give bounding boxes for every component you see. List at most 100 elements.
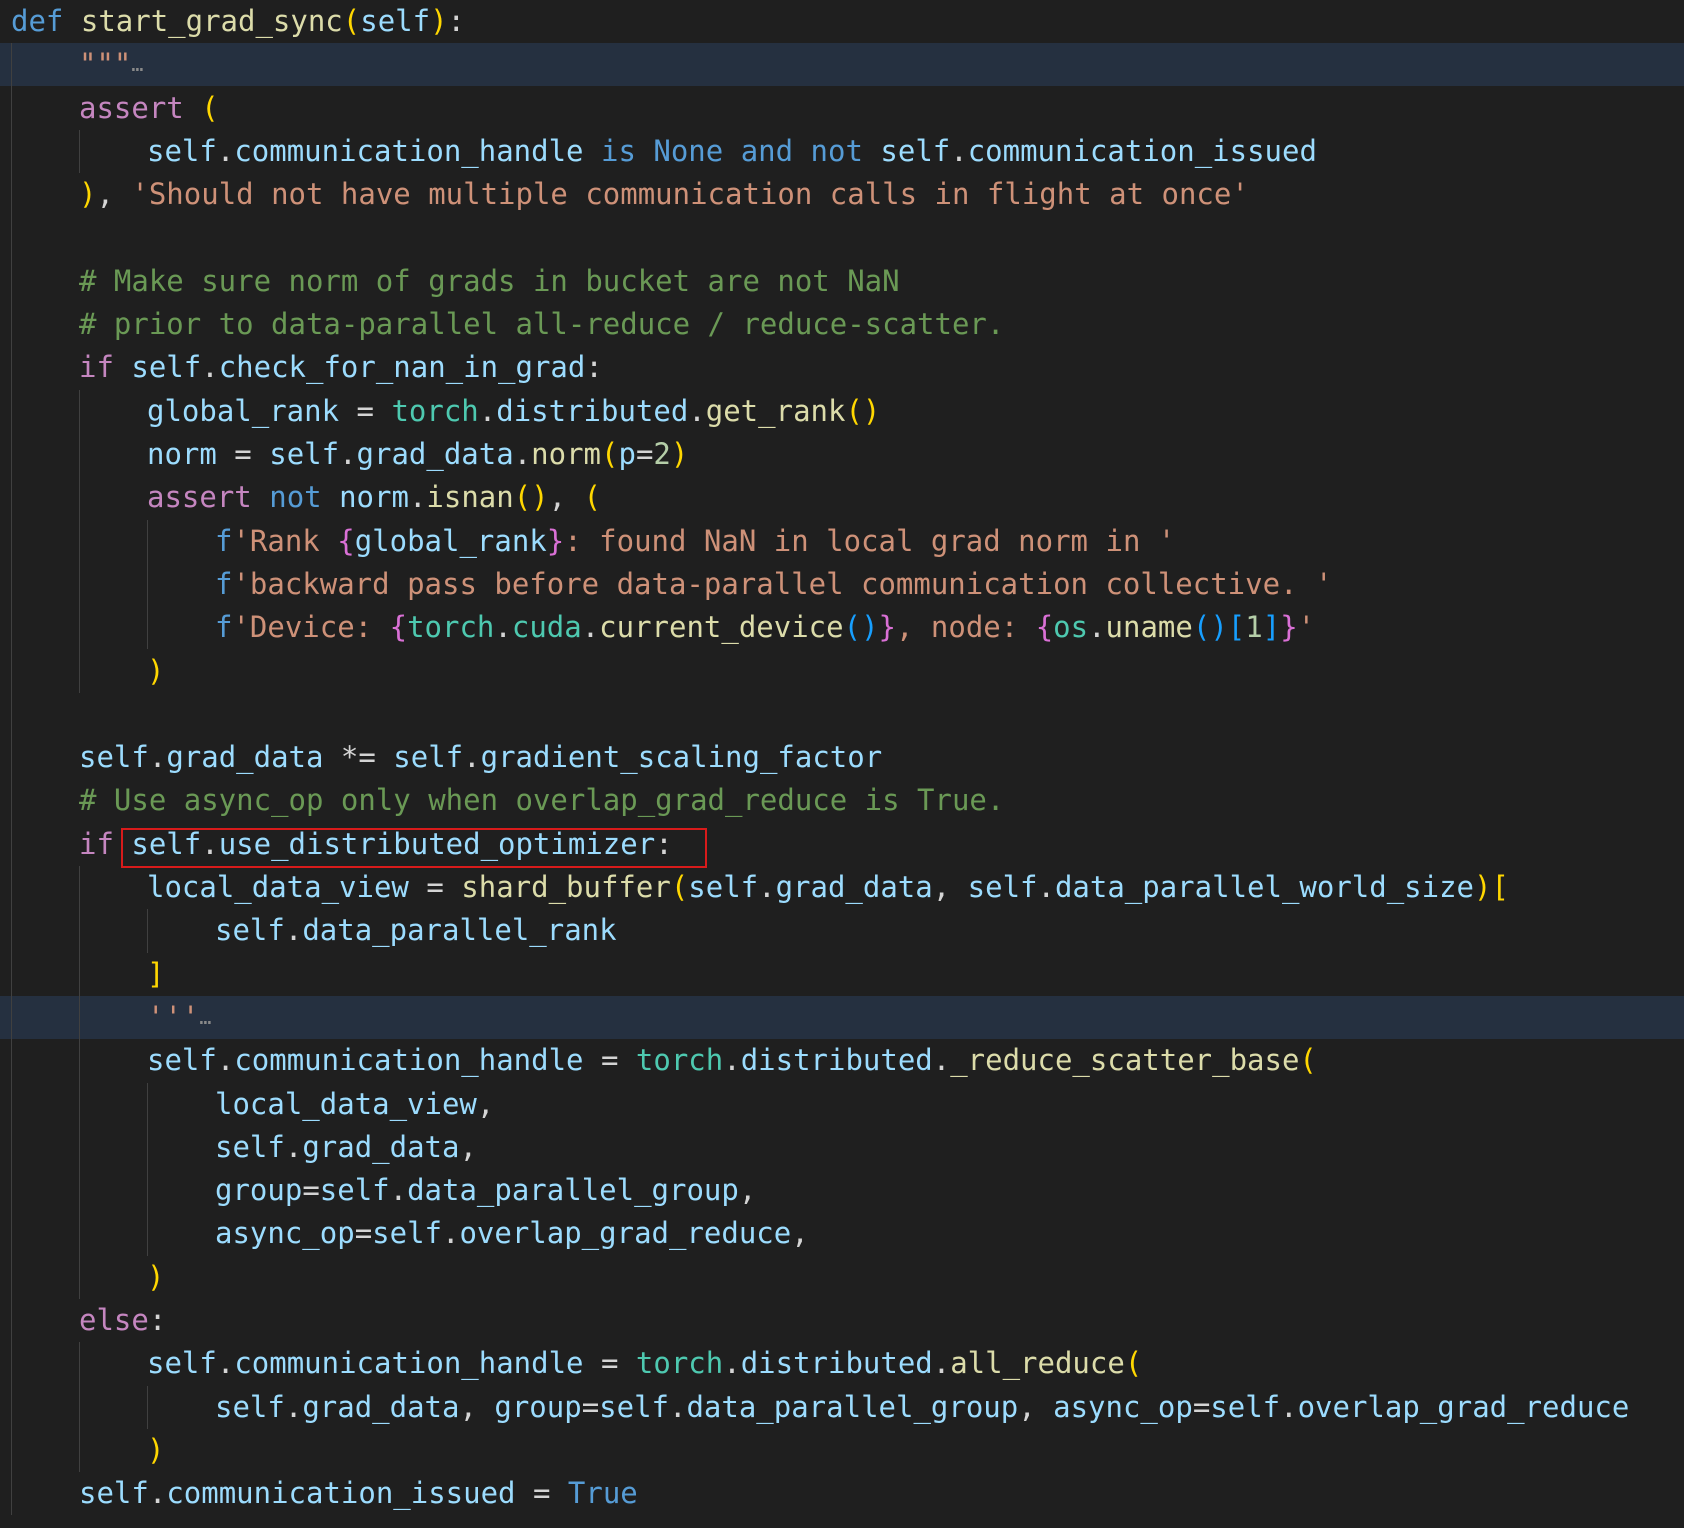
code-token: ( xyxy=(670,870,689,904)
code-token: ( xyxy=(601,437,619,471)
code-token: , node: xyxy=(896,610,1036,645)
code-token: . xyxy=(758,870,776,904)
code-token: 'Should not have multiple communication … xyxy=(131,177,1249,212)
code-token: . xyxy=(284,913,303,948)
code-line[interactable]: local_data_view, xyxy=(0,1083,1684,1126)
code-line[interactable]: else: xyxy=(0,1299,1684,1342)
code-line[interactable]: assert not norm.isnan(), ( xyxy=(0,476,1684,519)
code-token: , xyxy=(738,1173,757,1208)
code-token: , xyxy=(791,1216,809,1251)
code-line[interactable]: ] xyxy=(0,953,1684,996)
code-token: ) xyxy=(430,4,448,38)
code-token: . xyxy=(932,1043,951,1078)
code-line[interactable]: assert ( xyxy=(0,87,1684,130)
code-token: , xyxy=(548,480,584,515)
code-token: not xyxy=(810,133,863,168)
code-line[interactable]: def start_grad_sync(self): xyxy=(0,0,1684,43)
code-token: local_data_view xyxy=(147,870,409,904)
code-token: if xyxy=(79,350,114,385)
code-token: async_op xyxy=(1053,1389,1193,1424)
code-token: """ xyxy=(79,47,132,82)
code-line[interactable]: ), 'Should not have multiple communicati… xyxy=(0,173,1684,216)
code-line[interactable]: f'Rank {global_rank}: found NaN in local… xyxy=(0,520,1684,563)
code-token: assert xyxy=(79,90,184,125)
code-token: distributed xyxy=(496,393,689,428)
code-line[interactable]: # Make sure norm of grads in bucket are … xyxy=(0,260,1684,303)
code-token: . xyxy=(389,1173,408,1208)
code-line[interactable]: self.communication_handle = torch.distri… xyxy=(0,1342,1684,1385)
code-token: = xyxy=(583,1043,636,1078)
code-token: communication_handle xyxy=(234,1043,584,1078)
code-token: : xyxy=(447,4,466,38)
code-line[interactable]: local_data_view = shard_buffer(self.grad… xyxy=(0,866,1684,909)
code-line[interactable]: self.grad_data *= self.gradient_scaling_… xyxy=(0,736,1684,779)
code-token: . xyxy=(723,1043,741,1078)
code-token: _reduce_scatter_base xyxy=(950,1043,1300,1078)
code-line[interactable]: self.communication_handle = torch.distri… xyxy=(0,1039,1684,1082)
code-line[interactable] xyxy=(0,693,1684,736)
code-token: overlap_grad_reduce xyxy=(459,1216,792,1251)
code-token: . xyxy=(1280,1389,1298,1424)
code-line[interactable]: ) xyxy=(0,1429,1684,1472)
code-line[interactable]: f'Device: {torch.cuda.current_device()},… xyxy=(0,606,1684,649)
code-line[interactable]: self.grad_data, group=self.data_parallel… xyxy=(0,1386,1684,1429)
code-token: [ xyxy=(1491,870,1509,904)
code-token: , xyxy=(459,1389,495,1424)
code-token: grad_data xyxy=(302,1389,460,1424)
code-token: . xyxy=(284,1129,303,1164)
code-token: , xyxy=(1018,1389,1054,1424)
code-token: : xyxy=(148,1303,167,1337)
code-line[interactable]: if self.check_for_nan_in_grad: xyxy=(0,346,1684,389)
code-line[interactable]: f'backward pass before data-parallel com… xyxy=(0,563,1684,606)
folded-code-line[interactable]: '''… xyxy=(0,995,1684,1039)
code-line[interactable]: group=self.data_parallel_group, xyxy=(0,1169,1684,1212)
code-token: } xyxy=(546,523,565,558)
indent-guide xyxy=(79,129,80,174)
code-token: self xyxy=(372,1216,442,1251)
code-token: global_rank xyxy=(354,523,547,558)
indent-guide xyxy=(79,866,80,1299)
code-token: self xyxy=(215,1389,285,1424)
code-token: communication_handle xyxy=(234,133,584,168)
code-line[interactable]: async_op=self.overlap_grad_reduce, xyxy=(0,1212,1684,1255)
code-token: . xyxy=(932,1346,951,1381)
code-line[interactable]: self.grad_data, xyxy=(0,1126,1684,1169)
code-line[interactable]: # prior to data-parallel all-reduce / re… xyxy=(0,303,1684,346)
code-token: torch xyxy=(635,1346,724,1381)
code-editor[interactable]: def start_grad_sync(self): """… assert (se… xyxy=(0,0,1684,1528)
code-token: uname xyxy=(1105,610,1193,645)
code-token: all_reduce xyxy=(950,1346,1125,1381)
code-token: # Make sure norm of grads in bucket are … xyxy=(79,263,900,298)
code-token: , xyxy=(932,870,968,904)
code-token: norm xyxy=(339,480,409,515)
code-token: self xyxy=(967,870,1038,904)
code-token: ) xyxy=(670,437,689,471)
code-line[interactable]: self.communication_issued = True xyxy=(0,1472,1684,1515)
code-token: 'Device: xyxy=(232,610,390,645)
folded-code-line[interactable]: """… xyxy=(0,43,1684,87)
code-line[interactable]: ) xyxy=(0,650,1684,693)
code-token: self xyxy=(79,740,149,775)
code-token: data_parallel_group xyxy=(407,1173,739,1208)
code-token: ''' xyxy=(147,999,200,1034)
code-token: , xyxy=(96,177,132,212)
code-token: def xyxy=(11,4,64,38)
code-line[interactable]: ) xyxy=(0,1256,1684,1299)
code-line[interactable]: norm = self.grad_data.norm(p=2) xyxy=(0,433,1684,476)
highlight-box xyxy=(121,827,707,868)
code-line[interactable]: global_rank = torch.distributed.get_rank… xyxy=(0,390,1684,433)
fold-ellipsis: … xyxy=(131,52,144,77)
code-token: = xyxy=(635,437,654,471)
code-line[interactable] xyxy=(0,217,1684,260)
code-line[interactable]: self.data_parallel_rank xyxy=(0,909,1684,952)
code-token: self xyxy=(215,1129,285,1164)
code-line[interactable]: self.communication_handle is None and no… xyxy=(0,130,1684,173)
code-token: . xyxy=(513,437,532,471)
code-line[interactable]: # Use async_op only when overlap_grad_re… xyxy=(0,779,1684,822)
code-token: , xyxy=(459,1129,477,1164)
